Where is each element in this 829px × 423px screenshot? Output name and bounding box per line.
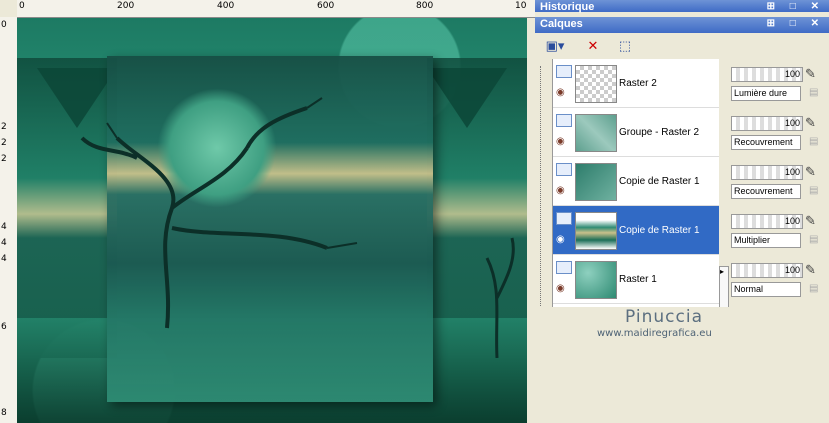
layer-row[interactable]: ◉ Raster 1 bbox=[553, 255, 719, 304]
opacity-field[interactable]: 100 bbox=[731, 165, 803, 180]
ruler-label: 6 bbox=[1, 322, 7, 332]
layers-toolbar: ▣▾ ✕ ⬚ bbox=[535, 33, 829, 59]
layer-properties: 100 ✎ Lumière dure ▤ 100 ✎ Recouvrement … bbox=[729, 59, 829, 307]
blend-mode-select[interactable]: Recouvrement bbox=[731, 184, 801, 199]
layer-name: Raster 2 bbox=[619, 78, 657, 89]
brush-icon[interactable]: ✎ bbox=[805, 115, 816, 131]
horizontal-ruler: 0 200 400 600 800 10 bbox=[0, 0, 535, 18]
brush-icon[interactable]: ✎ bbox=[805, 164, 816, 180]
ruler-label: 2 bbox=[1, 122, 7, 132]
lock-icon[interactable]: ▤ bbox=[809, 234, 818, 245]
opacity-field[interactable]: 100 bbox=[731, 263, 803, 278]
opacity-field[interactable]: 100 bbox=[731, 116, 803, 131]
panel-window-buttons[interactable]: ⊞ □ ✕ bbox=[767, 1, 825, 12]
layer-thumbnail bbox=[575, 212, 617, 250]
layer-name: Copie de Raster 1 bbox=[619, 176, 700, 187]
layer-name: Raster 1 bbox=[619, 274, 657, 285]
ruler-label: 0 bbox=[19, 1, 25, 11]
vertical-ruler: 0 2 2 2 4 4 4 6 8 bbox=[0, 17, 18, 423]
lock-icon[interactable]: ▤ bbox=[809, 283, 818, 294]
ruler-label: 2 bbox=[1, 154, 7, 164]
ruler-label: 800 bbox=[416, 1, 434, 11]
signature-name: Pinuccia bbox=[625, 307, 703, 327]
ruler-label: 600 bbox=[317, 1, 335, 11]
brush-icon[interactable]: ✎ bbox=[805, 213, 816, 229]
mask-icon[interactable]: ⬚ bbox=[613, 36, 637, 56]
blend-mode-select[interactable]: Multiplier bbox=[731, 233, 801, 248]
right-tree-silhouette bbox=[485, 237, 515, 358]
opacity-field[interactable]: 100 bbox=[731, 214, 803, 229]
ruler-label: 4 bbox=[1, 254, 7, 264]
new-layer-icon[interactable]: ▣▾ bbox=[543, 36, 567, 56]
layers-list: ◉ Raster 2 ◉ Groupe - Raster 2 ◉ Copie d… bbox=[552, 59, 719, 307]
visibility-icon[interactable] bbox=[556, 65, 572, 78]
layer-props-row: 100 ✎ Multiplier ▤ bbox=[729, 206, 829, 254]
brush-icon[interactable]: ✎ bbox=[805, 262, 816, 278]
history-panel-titlebar[interactable]: Historique ⊞ □ ✕ bbox=[535, 0, 829, 13]
visibility-icon[interactable] bbox=[556, 114, 572, 127]
eye-icon[interactable]: ◉ bbox=[556, 185, 565, 196]
ruler-label: 4 bbox=[1, 238, 7, 248]
layer-name: Groupe - Raster 2 bbox=[619, 127, 700, 138]
blend-mode-select[interactable]: Lumière dure bbox=[731, 86, 801, 101]
layers-panel-titlebar[interactable]: Calques ⊞ □ ✕ bbox=[535, 17, 829, 33]
layer-row[interactable]: ◉ Groupe - Raster 2 bbox=[553, 108, 719, 157]
signature-url: www.maidiregrafica.eu bbox=[597, 328, 712, 339]
decorative-shape bbox=[427, 68, 507, 128]
tree-silhouette bbox=[80, 97, 358, 329]
layer-row[interactable]: ◉ Raster 2 bbox=[553, 59, 719, 108]
layers-panel-title: Calques bbox=[540, 18, 583, 30]
visibility-icon[interactable] bbox=[556, 212, 572, 225]
layer-props-row: 100 ✎ Recouvrement ▤ bbox=[729, 108, 829, 156]
lock-icon[interactable]: ▤ bbox=[809, 185, 818, 196]
lock-icon[interactable]: ▤ bbox=[809, 136, 818, 147]
visibility-icon[interactable] bbox=[556, 261, 572, 274]
ruler-label: 4 bbox=[1, 222, 7, 232]
ruler-label: 8 bbox=[1, 408, 7, 418]
layer-thumbnail bbox=[575, 65, 617, 103]
layers-scroll-handle[interactable]: ▸ bbox=[719, 266, 729, 308]
group-connector bbox=[540, 66, 544, 306]
blend-mode-select[interactable]: Recouvrement bbox=[731, 135, 801, 150]
layer-props-row: 100 ✎ Recouvrement ▤ bbox=[729, 157, 829, 205]
brush-icon[interactable]: ✎ bbox=[805, 66, 816, 82]
ruler-corner bbox=[0, 0, 17, 17]
layer-row-selected[interactable]: ◉ Copie de Raster 1 bbox=[553, 206, 719, 255]
opacity-field[interactable]: 100 bbox=[731, 67, 803, 82]
lock-icon[interactable]: ▤ bbox=[809, 87, 818, 98]
eye-icon[interactable]: ◉ bbox=[556, 87, 565, 98]
ruler-label: 10 bbox=[515, 1, 527, 11]
layer-thumbnail bbox=[575, 114, 617, 152]
layer-name: Copie de Raster 1 bbox=[619, 225, 700, 236]
ruler-label: 400 bbox=[217, 1, 235, 11]
ruler-label: 2 bbox=[1, 138, 7, 148]
panel-window-buttons[interactable]: ⊞ □ ✕ bbox=[767, 18, 825, 29]
history-panel-title: Historique bbox=[540, 1, 595, 13]
visibility-icon[interactable] bbox=[556, 163, 572, 176]
layer-thumbnail bbox=[575, 163, 617, 201]
image-canvas[interactable] bbox=[17, 18, 527, 423]
ruler-label: 200 bbox=[117, 1, 135, 11]
ruler-label: 0 bbox=[1, 20, 7, 30]
eye-icon[interactable]: ◉ bbox=[556, 234, 565, 245]
blend-mode-select[interactable]: Normal bbox=[731, 282, 801, 297]
layer-row[interactable]: ◉ Copie de Raster 1 bbox=[553, 157, 719, 206]
layer-thumbnail bbox=[575, 261, 617, 299]
layer-props-row: 100 ✎ Normal ▤ bbox=[729, 255, 829, 303]
eye-icon[interactable]: ◉ bbox=[556, 136, 565, 147]
delete-layer-icon[interactable]: ✕ bbox=[581, 36, 605, 56]
layer-props-row: 100 ✎ Lumière dure ▤ bbox=[729, 59, 829, 107]
eye-icon[interactable]: ◉ bbox=[556, 283, 565, 294]
